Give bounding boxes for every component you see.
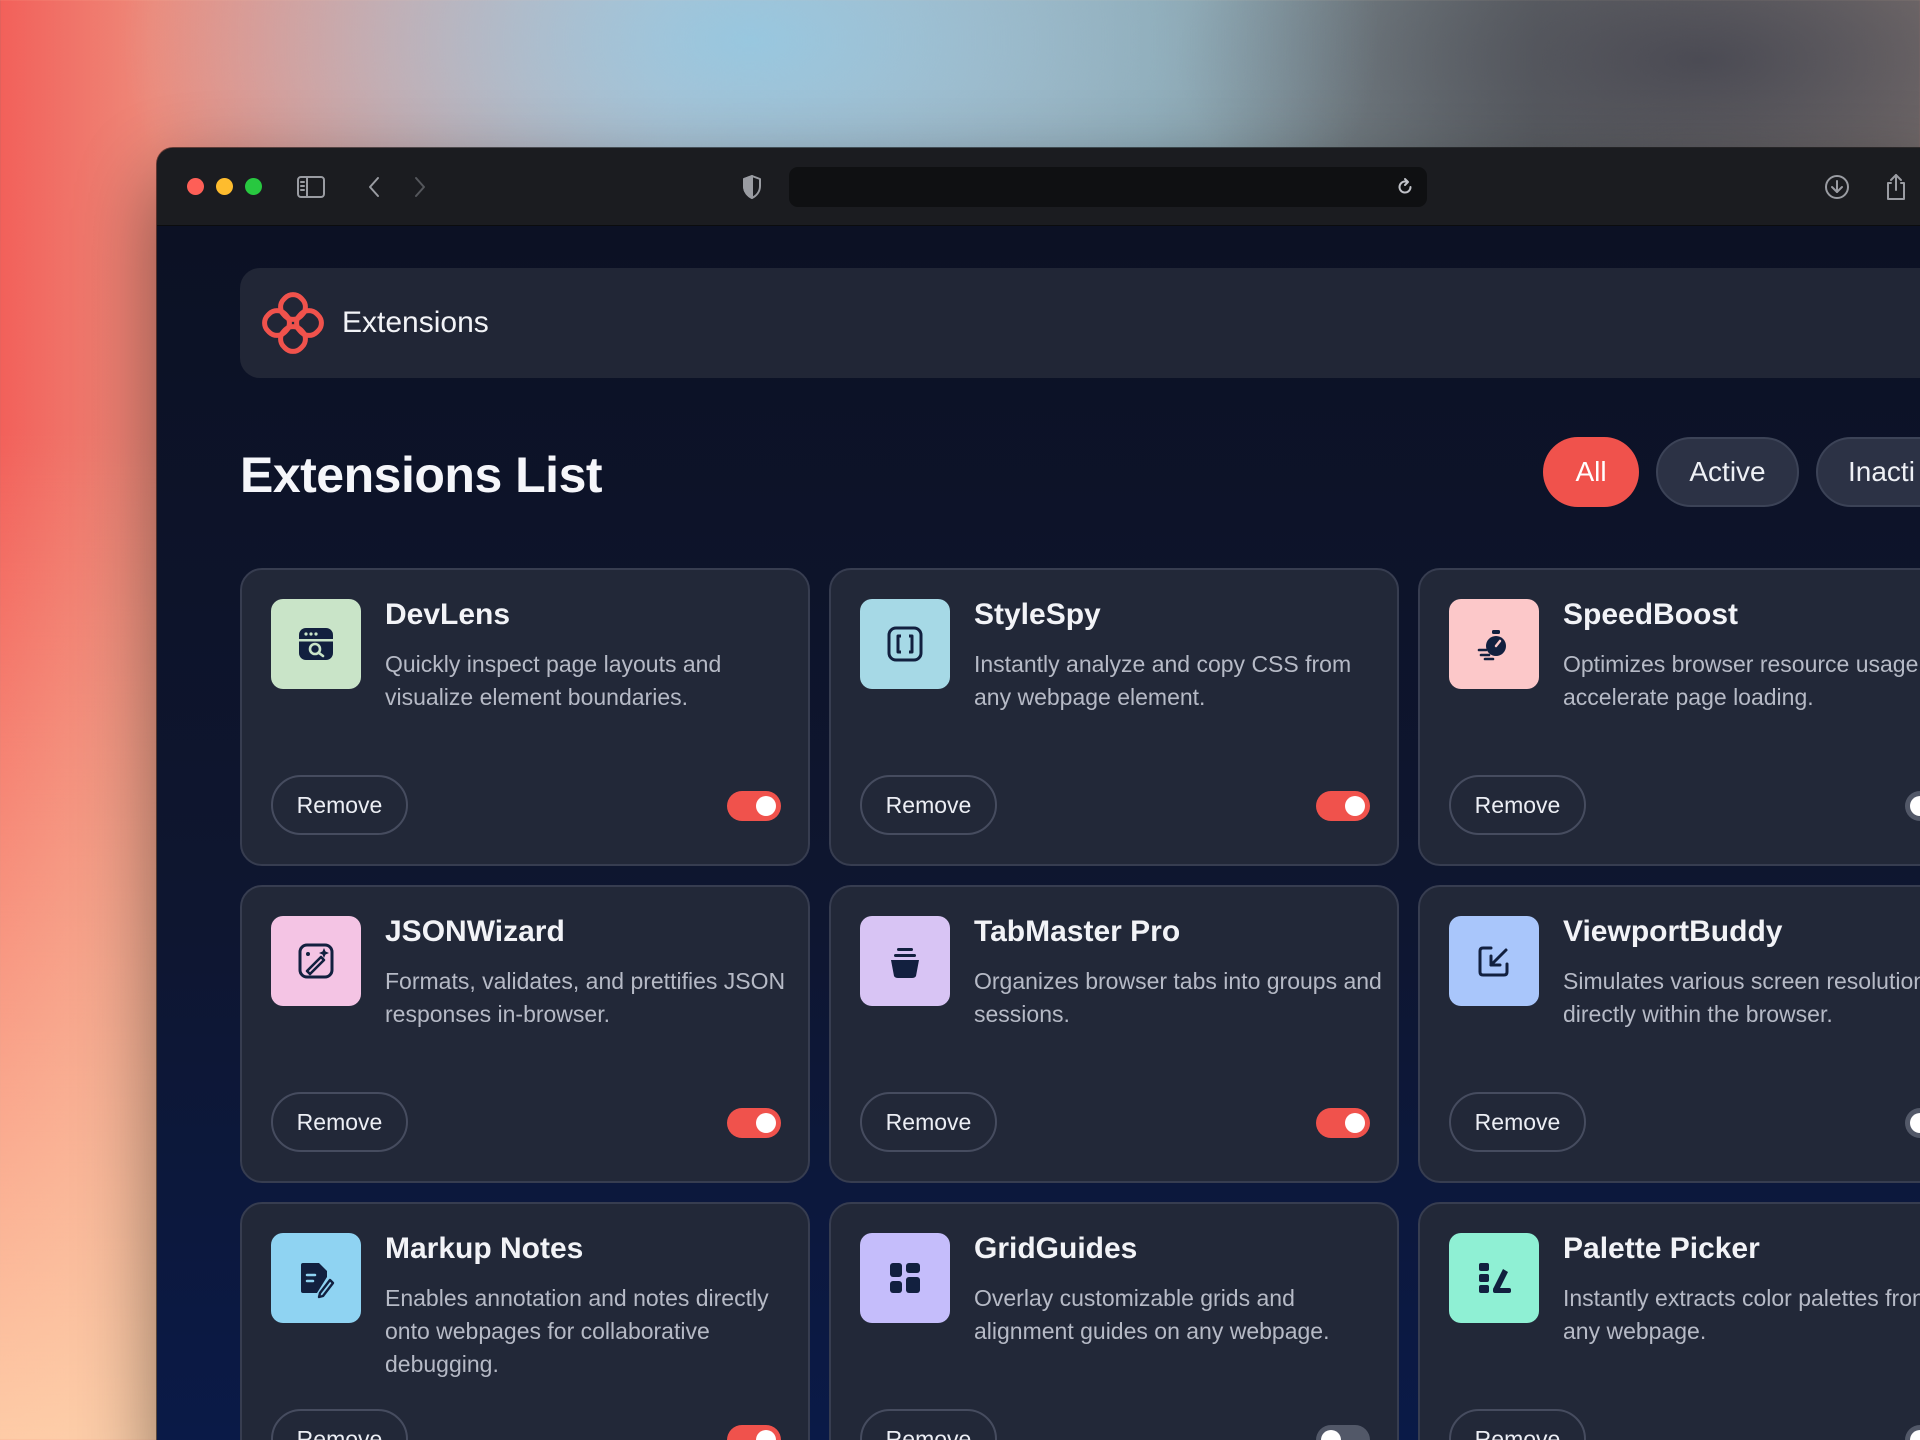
filter-inactive-button[interactable]: Inacti: [1816, 437, 1920, 507]
extension-card: Palette Picker Instantly extracts color p…: [1418, 1202, 1920, 1440]
extension-toggle[interactable]: [1905, 1108, 1920, 1138]
extension-toggle[interactable]: [727, 1108, 781, 1138]
extension-card: ViewportBuddy Simulates various screen re…: [1418, 885, 1920, 1183]
extension-name: JSONWizard: [385, 915, 565, 948]
toggle-knob: [756, 1430, 776, 1440]
back-icon[interactable]: [357, 170, 391, 204]
extension-card: StyleSpy Instantly analyze and copy CSS f…: [829, 568, 1399, 866]
extension-description: Instantly extracts color palettes from a…: [1563, 1285, 1920, 1344]
toggle-knob: [1321, 1430, 1341, 1440]
download-icon[interactable]: [1820, 170, 1854, 204]
stopwatch-icon: [1449, 599, 1539, 689]
extension-name: Markup Notes: [385, 1232, 584, 1265]
remove-button[interactable]: Remove: [860, 1092, 997, 1152]
extension-name: DevLens: [385, 598, 511, 631]
toggle-knob: [1345, 1113, 1365, 1133]
remove-button[interactable]: Remove: [1449, 1092, 1586, 1152]
extension-toggle[interactable]: [727, 1425, 781, 1440]
extension-name: GridGuides: [974, 1232, 1138, 1265]
stack-icon: [860, 916, 950, 1006]
extension-name: SpeedBoost: [1563, 598, 1739, 631]
extension-toggle[interactable]: [727, 791, 781, 821]
toggle-knob: [756, 796, 776, 816]
remove-button[interactable]: Remove: [1449, 1409, 1586, 1440]
remove-button[interactable]: Remove: [1449, 775, 1586, 835]
share-icon[interactable]: [1879, 170, 1913, 204]
browser-window: Extensions Extensions List All Active In…: [157, 148, 1920, 1440]
extension-card: DevLens Quickly inspect page layouts and …: [240, 568, 810, 866]
extension-toggle[interactable]: [1316, 1108, 1370, 1138]
extension-description: Overlay customizable grids and alignment…: [974, 1285, 1330, 1344]
resize-icon: [1449, 916, 1539, 1006]
app-title: Extensions: [342, 306, 489, 339]
wand-icon: [271, 916, 361, 1006]
extension-name: ViewportBuddy: [1563, 915, 1783, 948]
filter-active-button[interactable]: Active: [1656, 437, 1799, 507]
extension-toggle[interactable]: [1316, 1425, 1370, 1440]
extension-toggle[interactable]: [1905, 791, 1920, 821]
extension-name: Palette Picker: [1563, 1232, 1760, 1265]
extension-description: Organizes browser tabs into groups and s…: [974, 968, 1382, 1027]
shield-icon[interactable]: [735, 170, 769, 204]
brackets-icon: [860, 599, 950, 689]
page-title: Extensions List: [240, 447, 603, 503]
remove-button[interactable]: Remove: [271, 775, 408, 835]
toggle-knob: [1910, 1113, 1920, 1133]
toggle-knob: [1910, 796, 1920, 816]
extension-description: Instantly analyze and copy CSS from any …: [974, 651, 1352, 710]
extension-toggle[interactable]: [1905, 1425, 1920, 1440]
app-header: Extensions: [240, 268, 1920, 378]
remove-button[interactable]: Remove: [860, 1409, 997, 1440]
sidebar-icon[interactable]: [294, 170, 328, 204]
maximize-window-button[interactable]: [245, 178, 262, 195]
remove-button[interactable]: Remove: [271, 1092, 408, 1152]
extension-description: Quickly inspect page layouts and visuali…: [385, 651, 722, 710]
extension-name: TabMaster Pro: [974, 915, 1181, 948]
extension-toggle[interactable]: [1316, 791, 1370, 821]
palette-icon: [1449, 1233, 1539, 1323]
forward-icon[interactable]: [403, 170, 437, 204]
extension-description: Formats, validates, and prettifies JSON …: [385, 968, 786, 1027]
close-window-button[interactable]: [187, 178, 204, 195]
browser-toolbar: [157, 148, 1920, 226]
extension-name: StyleSpy: [974, 598, 1101, 631]
extension-card: SpeedBoost Optimizes browser resource usa…: [1418, 568, 1920, 866]
note-pen-icon: [271, 1233, 361, 1323]
extensions-page: Extensions Extensions List All Active In…: [157, 226, 1920, 1440]
extension-description: Optimizes browser resource usage to acce…: [1563, 651, 1920, 710]
toggle-knob: [1910, 1430, 1920, 1440]
toggle-knob: [1345, 796, 1365, 816]
address-bar[interactable]: [789, 167, 1427, 207]
remove-button[interactable]: Remove: [271, 1409, 408, 1440]
filter-all-button[interactable]: All: [1543, 437, 1639, 507]
browser-search-icon: [271, 599, 361, 689]
extension-card: Markup Notes Enables annotation and notes…: [240, 1202, 810, 1440]
grid-icon: [860, 1233, 950, 1323]
reload-icon[interactable]: [1391, 173, 1419, 201]
extension-card: TabMaster Pro Organizes browser tabs into…: [829, 885, 1399, 1183]
toggle-knob: [756, 1113, 776, 1133]
remove-button[interactable]: Remove: [860, 775, 997, 835]
extension-card: GridGuides Overlay customizable grids and…: [829, 1202, 1399, 1440]
extension-description: Enables annotation and notes directly on…: [385, 1285, 769, 1377]
logo-icon: [262, 292, 324, 354]
extension-description: Simulates various screen resolutions dir…: [1563, 968, 1920, 1027]
extension-card: JSONWizard Formats, validates, and pretti…: [240, 885, 810, 1183]
minimize-window-button[interactable]: [216, 178, 233, 195]
